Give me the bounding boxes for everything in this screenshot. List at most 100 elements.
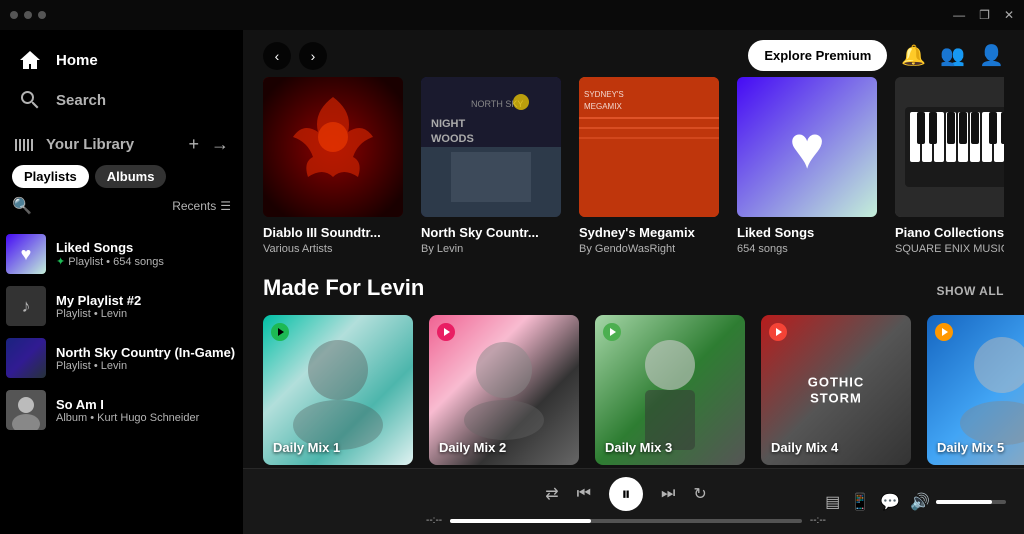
playlist-meta: Playlist • Levin	[56, 360, 237, 372]
card-liked-songs[interactable]: ♥ Liked Songs 654 songs	[737, 77, 877, 255]
maximize-button[interactable]: ❐	[979, 8, 990, 22]
content-scroll[interactable]: Diablo III Soundtr... Various Artists NI…	[243, 77, 1024, 468]
previous-button[interactable]: ⏮	[577, 485, 591, 503]
playlist-meta-text: Playlist • 654 songs	[68, 256, 164, 268]
titlebar-dot-1	[10, 11, 18, 19]
svg-text:MEGAMIX: MEGAMIX	[584, 102, 622, 111]
volume-fill	[936, 500, 992, 504]
player-bar: ⇄ ⏮ ⏸ ⏭ ↻ --:-- --:-- ▤ 📱 💬	[243, 468, 1024, 534]
show-all-button[interactable]: Show all	[936, 284, 1004, 298]
profile-icon[interactable]: 👤	[979, 43, 1004, 68]
home-label: Home	[56, 52, 98, 69]
card-title: Sydney's Megamix	[579, 225, 719, 240]
sidebar-item-search[interactable]: Search	[12, 80, 231, 120]
card-sydney[interactable]: SYDNEY'S MEGAMIX Sydney's Megamix By Gen…	[579, 77, 719, 255]
list-item[interactable]: ♪ My Playlist #2 Playlist • Levin	[0, 280, 243, 332]
player-right: ▤ 📱 💬 🔊	[826, 492, 1006, 512]
volume-icon[interactable]: 🔊	[910, 492, 930, 512]
section-title: Made For Levin	[263, 275, 424, 301]
home-icon	[18, 48, 42, 72]
playlist-info: Liked Songs ✦ Playlist • 654 songs	[56, 240, 237, 268]
svg-text:NIGHT: NIGHT	[431, 118, 466, 130]
player-center: ⇄ ⏮ ⏸ ⏭ ↻ --:-- --:--	[426, 477, 826, 526]
sidebar-item-home[interactable]: Home	[12, 40, 231, 80]
nav-arrows: ‹ ›	[263, 42, 327, 70]
notifications-icon[interactable]: 🔔	[901, 43, 926, 68]
main-content: ‹ › Explore Premium 🔔 👥 👤	[243, 30, 1024, 534]
playlist-meta: Playlist • Levin	[56, 308, 237, 320]
card-title: North Sky Countr...	[421, 225, 561, 240]
recents-label: Recents	[172, 199, 216, 213]
filter-tabs: Playlists Albums	[12, 165, 231, 188]
your-library-button[interactable]: Your Library	[12, 133, 134, 157]
card-title: Piano Collections...	[895, 225, 1004, 240]
daily-mix-4-thumb: GOTHICSTORM Daily Mix 4	[761, 315, 911, 465]
daily-mix-2-thumb: Daily Mix 2	[429, 315, 579, 465]
playlist-meta: Album • Kurt Hugo Schneider	[56, 412, 237, 424]
svg-text:SYDNEY'S: SYDNEY'S	[584, 90, 624, 99]
volume-track[interactable]	[936, 500, 1006, 504]
lyrics-button[interactable]: 💬	[880, 492, 900, 512]
card-title: Diablo III Soundtr...	[263, 225, 403, 240]
queue-button[interactable]: ▤	[825, 492, 840, 512]
progress-bar[interactable]: --:-- --:--	[426, 515, 826, 526]
titlebar-dot-3	[38, 11, 46, 19]
sidebar: Home Search Your Library + →	[0, 30, 243, 534]
daily-cards-row: Daily Mix 1 Daily Mix 1 Josh Whelchel, K…	[263, 315, 1004, 468]
daily-card-1[interactable]: Daily Mix 1 Daily Mix 1 Josh Whelchel, K…	[263, 315, 413, 468]
repeat-button[interactable]: ↻	[693, 484, 706, 504]
search-icon	[18, 88, 42, 112]
forward-button[interactable]: ›	[299, 42, 327, 70]
library-search-button[interactable]: 🔍	[12, 196, 32, 216]
list-item[interactable]: North Sky Country (In-Game) Playlist • L…	[0, 332, 243, 384]
next-button[interactable]: ⏭	[661, 485, 675, 503]
dm3-label: Daily Mix 3	[605, 440, 672, 455]
expand-library-button[interactable]: →	[209, 132, 231, 157]
daily-card-5[interactable]: Daily Mix 5 Daily Mix 5 Darren Korb, Chr…	[927, 315, 1024, 468]
add-library-button[interactable]: +	[186, 132, 201, 157]
friends-icon[interactable]: 👥	[940, 43, 965, 68]
close-button[interactable]: ✕	[1004, 8, 1014, 22]
dm4-label: Daily Mix 4	[771, 440, 838, 455]
card-northsky[interactable]: NIGHT WOODS NORTH SKY North Sky Countr..…	[421, 77, 561, 255]
explore-premium-button[interactable]: Explore Premium	[748, 40, 887, 71]
card-piano[interactable]: Piano Collections... SQUARE ENIX MUSIC	[895, 77, 1004, 255]
tab-albums[interactable]: Albums	[95, 165, 167, 188]
card-subtitle: By Levin	[421, 243, 561, 255]
titlebar-controls: — ❐ ✕	[953, 8, 1014, 22]
progress-fill	[450, 519, 591, 523]
playlist-info: So Am I Album • Kurt Hugo Schneider	[56, 397, 237, 424]
library-header: Your Library + →	[12, 132, 231, 157]
playlist-info: North Sky Country (In-Game) Playlist • L…	[56, 345, 237, 372]
titlebar-dot-2	[24, 11, 32, 19]
daily-card-4[interactable]: GOTHICSTORM Daily Mix 4 Daily Mix 4 Goth…	[761, 315, 911, 468]
list-item[interactable]: ♥ Liked Songs ✦ Playlist • 654 songs	[0, 228, 243, 280]
playlist-info: My Playlist #2 Playlist • Levin	[56, 293, 237, 320]
titlebar-dots	[10, 11, 46, 19]
daily-card-3[interactable]: Daily Mix 3 Daily Mix 3 Darren Ang, Mich…	[595, 315, 745, 468]
made-for-section-header: Made For Levin Show all	[263, 275, 1004, 301]
library-header-right: + →	[186, 132, 231, 157]
card-title: Liked Songs	[737, 225, 877, 240]
playlist-list: ♥ Liked Songs ✦ Playlist • 654 songs ♪ M…	[0, 228, 243, 534]
shuffle-button[interactable]: ⇄	[545, 484, 558, 504]
play-pause-button[interactable]: ⏸	[609, 477, 643, 511]
card-subtitle: Various Artists	[263, 243, 403, 255]
top-cards-row: Diablo III Soundtr... Various Artists NI…	[263, 77, 1004, 255]
devices-button[interactable]: 📱	[850, 492, 870, 512]
tab-playlists[interactable]: Playlists	[12, 165, 89, 188]
card-subtitle: By GendoWasRight	[579, 243, 719, 255]
list-item[interactable]: So Am I Album • Kurt Hugo Schneider	[0, 384, 243, 436]
main-layout: Home Search Your Library + →	[0, 30, 1024, 534]
daily-mix-3-thumb: Daily Mix 3	[595, 315, 745, 465]
card-diablo[interactable]: Diablo III Soundtr... Various Artists	[263, 77, 403, 255]
playlist-name: North Sky Country (In-Game)	[56, 345, 237, 360]
progress-track[interactable]	[450, 519, 802, 523]
recents-button[interactable]: Recents ☰	[172, 199, 231, 213]
back-button[interactable]: ‹	[263, 42, 291, 70]
minimize-button[interactable]: —	[953, 8, 965, 22]
daily-card-2[interactable]: Daily Mix 2 Daily Mix 2 ROZEN, Nobuo Uem…	[429, 315, 579, 468]
volume-control[interactable]: 🔊	[910, 492, 1006, 512]
svg-text:WOODS: WOODS	[431, 133, 474, 145]
library-search-row: 🔍 Recents ☰	[12, 196, 231, 216]
